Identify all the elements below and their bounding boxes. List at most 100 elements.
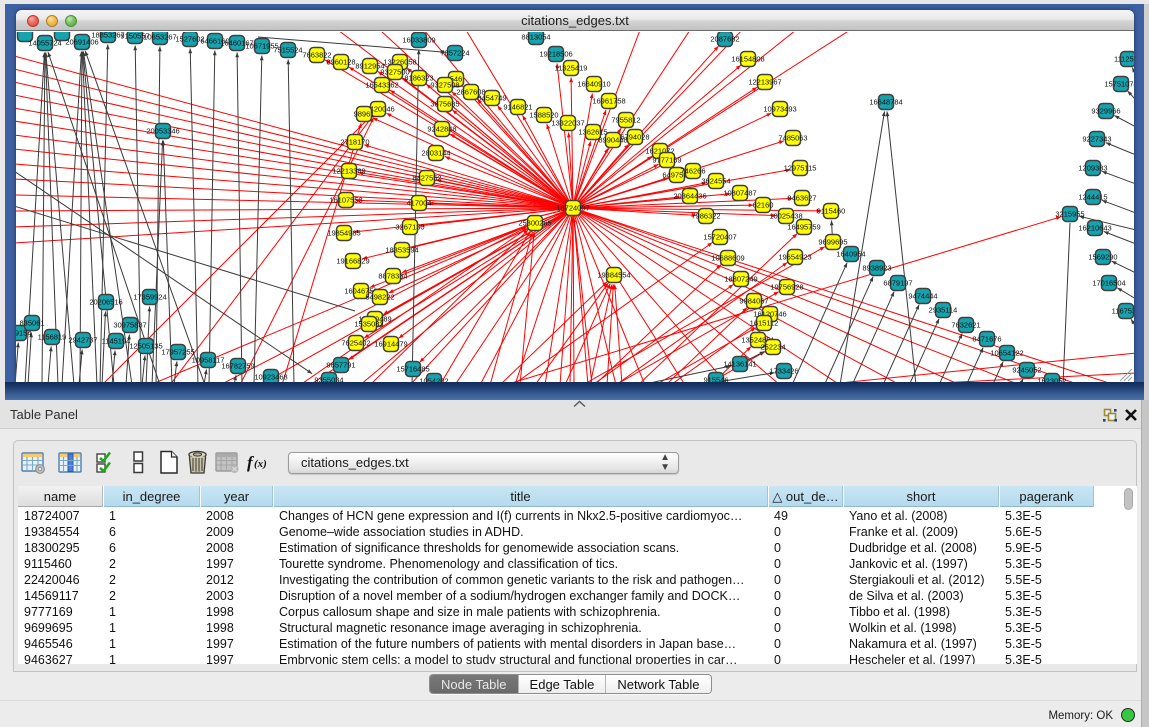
svg-text:1615112: 1615112 bbox=[750, 318, 779, 327]
svg-text:1145194: 1145194 bbox=[102, 336, 131, 345]
svg-text:2935114: 2935114 bbox=[929, 305, 958, 314]
svg-text:20053346: 20053346 bbox=[146, 126, 179, 135]
svg-text:10653267: 10653267 bbox=[143, 32, 176, 41]
svg-text:1244415: 1244415 bbox=[1078, 192, 1107, 201]
svg-text:20206516: 20206516 bbox=[89, 297, 122, 306]
svg-text:17957255: 17957255 bbox=[161, 347, 194, 356]
svg-text:2803144: 2803144 bbox=[421, 148, 450, 157]
svg-text:16154808: 16154808 bbox=[731, 54, 764, 63]
svg-text:3875685: 3875685 bbox=[430, 99, 459, 108]
svg-text:9242848: 9242848 bbox=[427, 124, 456, 133]
svg-text:3624554: 3624554 bbox=[701, 176, 730, 185]
svg-text:7955812: 7955812 bbox=[611, 115, 640, 124]
svg-text:8427552: 8427552 bbox=[412, 173, 441, 182]
svg-text:12213389: 12213389 bbox=[332, 166, 365, 175]
svg-text:10923468: 10923468 bbox=[254, 372, 287, 381]
svg-text:16543362: 16543362 bbox=[365, 80, 398, 89]
svg-text:19166829: 19166829 bbox=[336, 256, 369, 265]
svg-text:9146821: 9146821 bbox=[503, 102, 532, 111]
svg-text:16495759: 16495759 bbox=[787, 222, 820, 231]
svg-text:7632621: 7632621 bbox=[951, 320, 980, 329]
svg-text:7515524: 7515524 bbox=[273, 45, 302, 54]
svg-text:8878334: 8878334 bbox=[378, 271, 407, 280]
svg-text:9115460: 9115460 bbox=[817, 206, 846, 215]
svg-text:2718170: 2718170 bbox=[340, 137, 369, 146]
svg-text:10973493: 10973493 bbox=[763, 104, 796, 113]
svg-text:6794028: 6794028 bbox=[620, 132, 649, 141]
svg-text:1535083: 1535083 bbox=[354, 319, 383, 328]
svg-text:9777169: 9777169 bbox=[652, 155, 681, 164]
svg-text:18807249: 18807249 bbox=[724, 274, 757, 283]
svg-text:16782759: 16782759 bbox=[221, 361, 254, 370]
svg-text:9084067: 9084067 bbox=[739, 296, 768, 305]
svg-text:(x): (x) bbox=[254, 458, 267, 470]
svg-text:9245052: 9245052 bbox=[1012, 365, 1041, 374]
svg-text:12975115: 12975115 bbox=[784, 163, 817, 172]
svg-text:8471676: 8471676 bbox=[972, 334, 1001, 343]
svg-text:7625402: 7625402 bbox=[341, 338, 370, 347]
svg-text:7485063: 7485063 bbox=[778, 133, 807, 142]
svg-text:19218506: 19218506 bbox=[539, 49, 572, 58]
svg-text:9474444: 9474444 bbox=[908, 291, 937, 300]
svg-text:8186323: 8186323 bbox=[404, 73, 433, 82]
svg-text:10807487: 10807487 bbox=[723, 188, 756, 197]
svg-text:12505135: 12505135 bbox=[129, 341, 162, 350]
svg-text:8454749: 8454749 bbox=[477, 93, 506, 102]
svg-text:9329966: 9329966 bbox=[1091, 106, 1120, 115]
svg-text:9227343: 9227343 bbox=[1082, 134, 1111, 143]
svg-text:835061: 835061 bbox=[19, 318, 44, 327]
svg-text:62160: 62160 bbox=[753, 200, 774, 209]
svg-text:3267130: 3267130 bbox=[395, 222, 424, 231]
svg-text:25300265: 25300265 bbox=[518, 218, 551, 227]
svg-text:7986322: 7986322 bbox=[691, 211, 720, 220]
svg-text:14136141: 14136141 bbox=[723, 359, 756, 368]
svg-text:11325419: 11325419 bbox=[555, 63, 588, 72]
svg-text:98961: 98961 bbox=[354, 109, 375, 118]
svg-text:16961758: 16961758 bbox=[592, 96, 625, 105]
svg-text:1569290: 1569290 bbox=[1088, 252, 1117, 261]
svg-text:19654923: 19654923 bbox=[778, 252, 811, 261]
svg-text:1733426: 1733426 bbox=[769, 366, 798, 375]
svg-text:9327508: 9327508 bbox=[430, 80, 459, 89]
svg-text:5498222: 5498222 bbox=[365, 292, 394, 301]
svg-text:3215955: 3215955 bbox=[1055, 209, 1084, 218]
svg-text:30975887: 30975887 bbox=[113, 320, 146, 329]
svg-text:10688609: 10688609 bbox=[711, 253, 744, 262]
svg-text:8938923: 8938923 bbox=[862, 263, 891, 272]
svg-text:746266: 746266 bbox=[680, 166, 705, 175]
svg-text:2942737: 2942737 bbox=[68, 335, 97, 344]
svg-text:915546: 915546 bbox=[703, 375, 728, 382]
svg-text:8960128: 8960128 bbox=[326, 57, 355, 66]
svg-text:2087682: 2087682 bbox=[710, 34, 739, 43]
svg-text:17359924: 17359924 bbox=[133, 292, 166, 301]
svg-text:20364436: 20364436 bbox=[673, 191, 706, 200]
svg-text:16107553: 16107553 bbox=[329, 195, 362, 204]
svg-text:417004: 417004 bbox=[406, 198, 431, 207]
svg-text:19854985: 19854985 bbox=[327, 228, 360, 237]
svg-text:16210643: 16210643 bbox=[1078, 223, 1111, 232]
svg-text:15716485: 15716485 bbox=[396, 364, 429, 373]
svg-text:18353594: 18353594 bbox=[385, 245, 418, 254]
svg-text:19384554: 19384554 bbox=[597, 270, 630, 279]
svg-text:10654122: 10654122 bbox=[990, 348, 1023, 357]
svg-text:18724007: 18724007 bbox=[556, 203, 589, 212]
svg-text:9463627: 9463627 bbox=[787, 193, 816, 202]
svg-text:16640910: 16640910 bbox=[577, 79, 610, 88]
svg-text:252234: 252234 bbox=[760, 342, 785, 351]
svg-text:9355034: 9355034 bbox=[314, 375, 343, 382]
svg-text:1167530: 1167530 bbox=[1112, 306, 1134, 315]
svg-text:15720407: 15720407 bbox=[703, 232, 736, 241]
svg-text:13322037: 13322037 bbox=[551, 118, 584, 127]
svg-text:16914479: 16914479 bbox=[374, 339, 407, 348]
svg-text:16033809: 16033809 bbox=[402, 35, 435, 44]
svg-text:1156819: 1156819 bbox=[38, 332, 67, 341]
svg-text:1640954: 1640954 bbox=[836, 249, 865, 258]
svg-text:10958117: 10958117 bbox=[192, 355, 225, 364]
svg-text:10025438: 10025438 bbox=[769, 211, 802, 220]
svg-text:8813054: 8813054 bbox=[521, 32, 550, 41]
svg-text:1112503: 1112503 bbox=[1114, 54, 1134, 63]
svg-text:9699695: 9699695 bbox=[818, 237, 847, 246]
svg-text:9657791: 9657791 bbox=[326, 360, 355, 369]
svg-text:19756928: 19756928 bbox=[770, 282, 803, 291]
svg-text:12213967: 12213967 bbox=[748, 77, 781, 86]
